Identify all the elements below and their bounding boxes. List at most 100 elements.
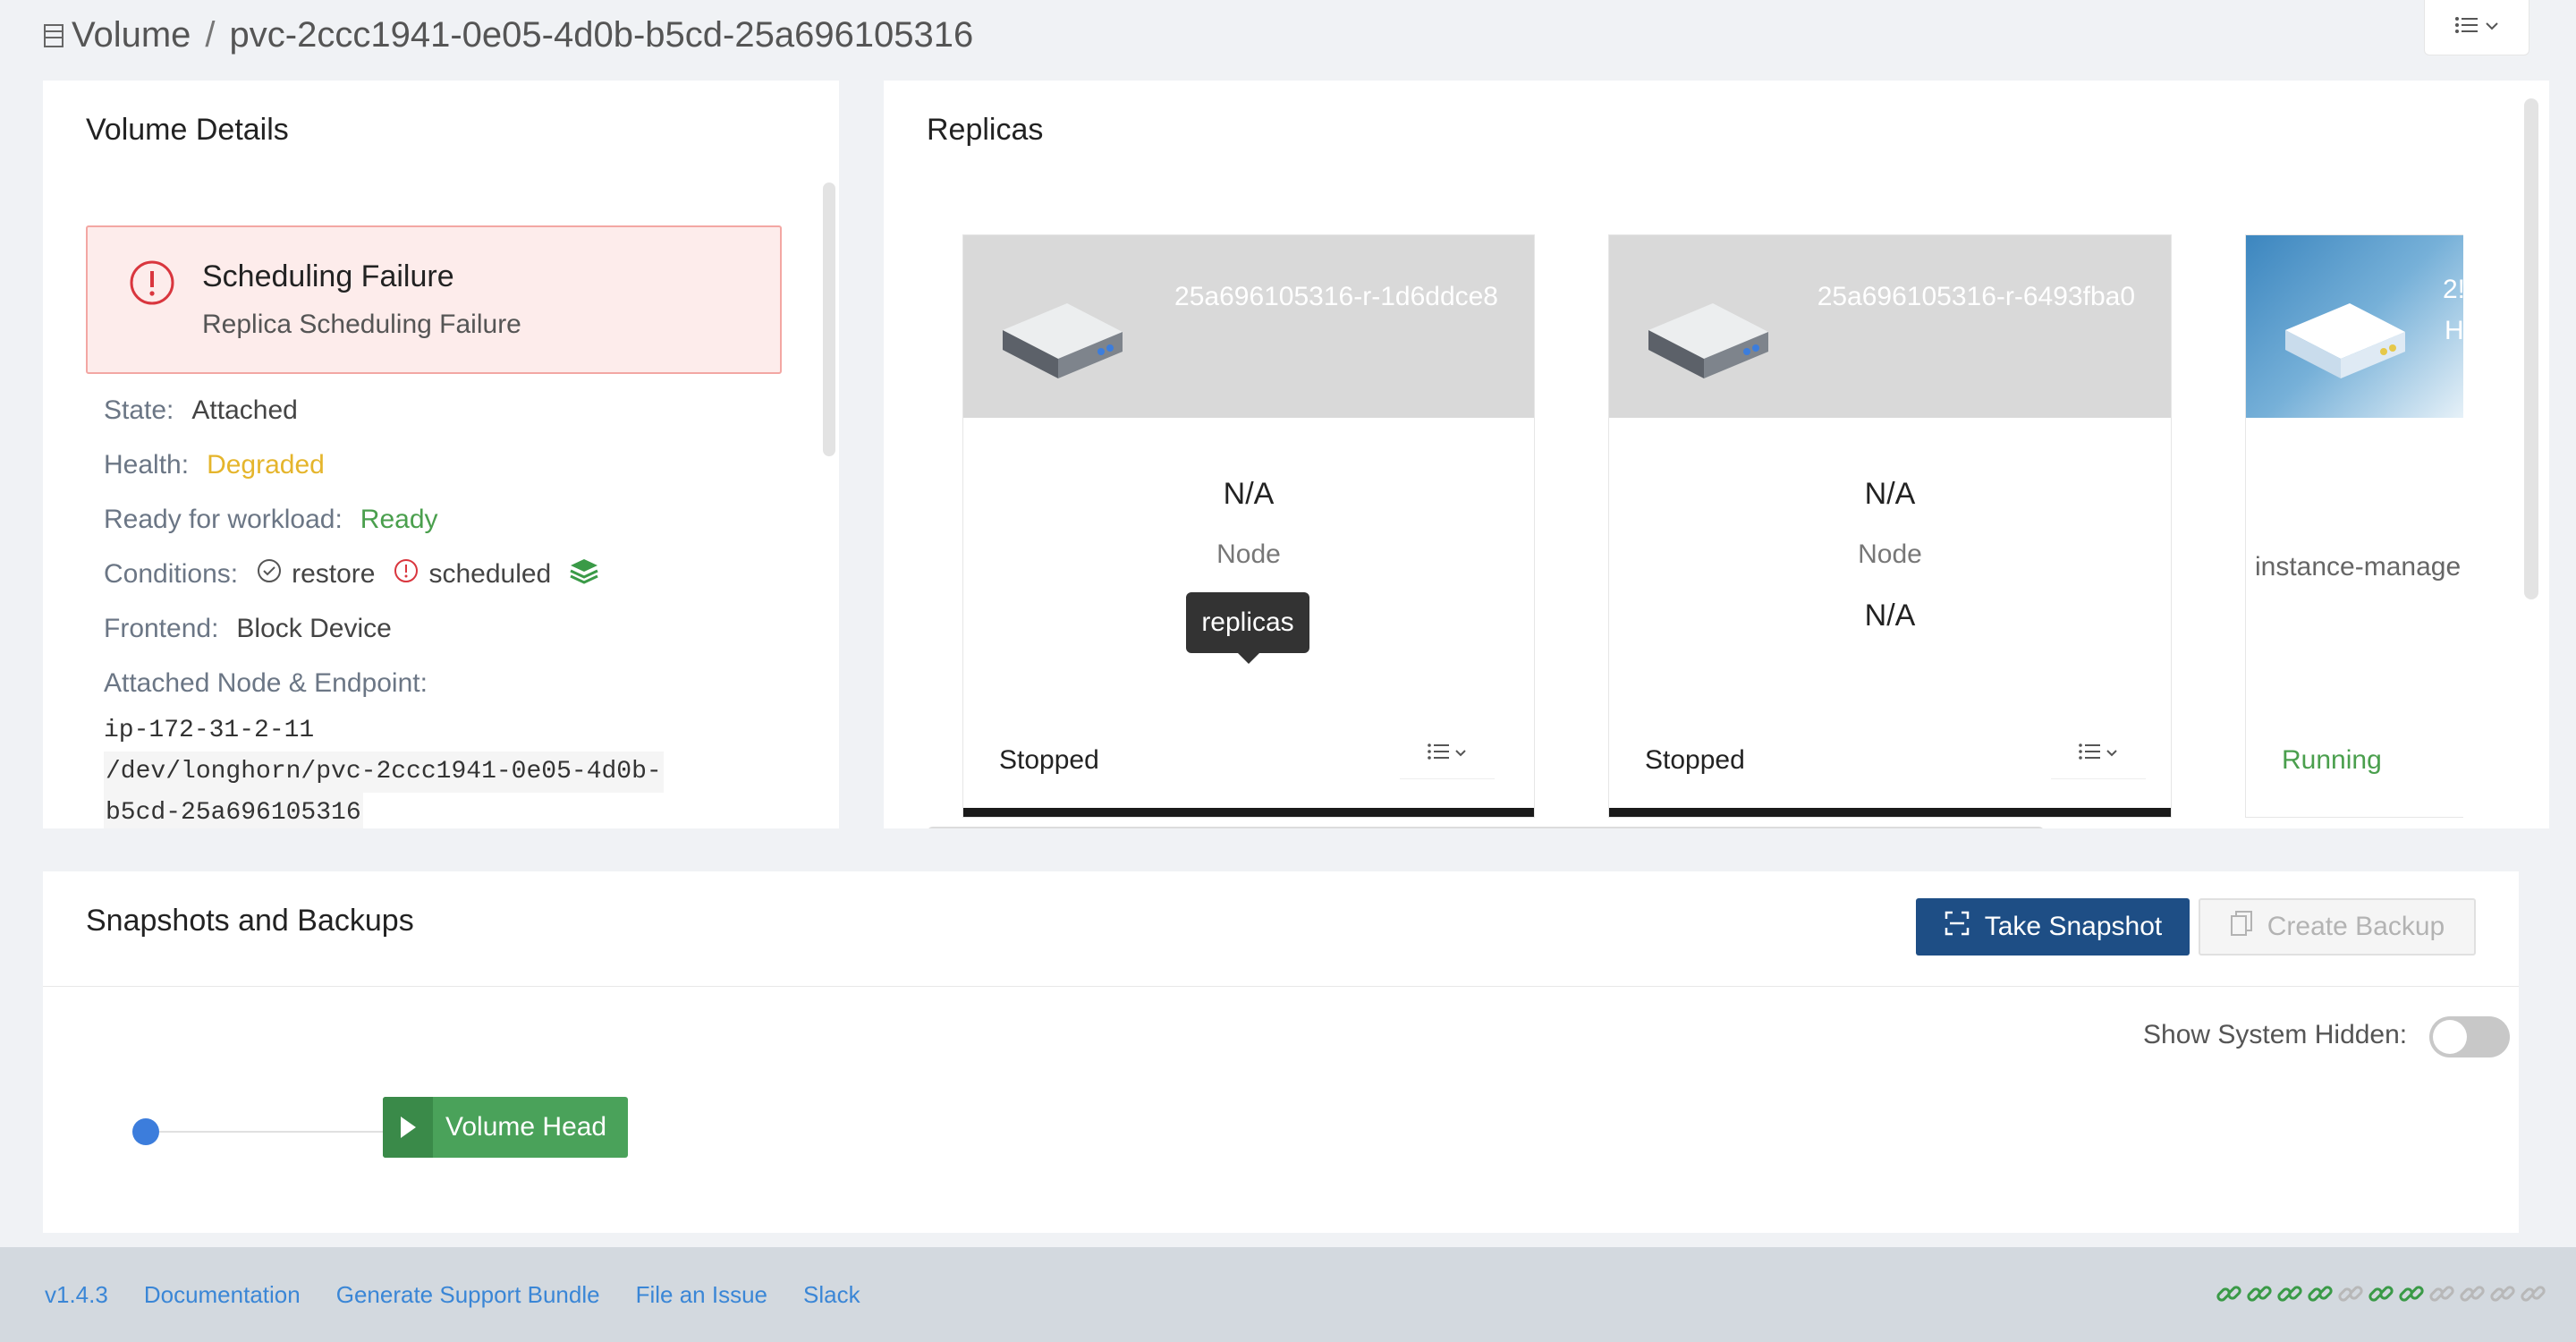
slack-link[interactable]: Slack — [803, 1281, 860, 1309]
breadcrumb: Volume / pvc-2ccc1941-0e05-4d0b-b5cd-25a… — [43, 13, 973, 57]
create-backup-label: Create Backup — [2267, 912, 2445, 941]
page-scrollbar[interactable] — [2524, 98, 2538, 599]
snapshot-icon — [1944, 910, 1970, 944]
file-issue-link[interactable]: File an Issue — [636, 1281, 767, 1309]
replica-instance-manager: instance-manage — [2255, 552, 2462, 582]
replica-status: Stopped — [999, 745, 1099, 775]
breadcrumb-root[interactable]: Volume — [72, 15, 191, 55]
replica-card[interactable]: 2! H instance-manage Running — [2245, 234, 2463, 818]
support-bundle-link[interactable]: Generate Support Bundle — [336, 1281, 600, 1309]
replica-health-partial: H — [2445, 316, 2463, 345]
ready-label: Ready for workload: — [104, 504, 343, 534]
replicas-tooltip: replicas — [1186, 592, 1309, 664]
replicas-title: Replicas — [927, 113, 1044, 147]
link-icon — [2488, 1279, 2517, 1308]
replica-menu-button[interactable] — [2051, 729, 2146, 779]
ready-row: Ready for workload: Ready — [104, 492, 803, 547]
toggle-knob — [2433, 1020, 2467, 1054]
health-value: Degraded — [207, 449, 325, 480]
link-icon — [2215, 1279, 2243, 1308]
replica-name-partial: 2! — [2443, 275, 2463, 304]
list-icon — [1428, 743, 1449, 765]
frontend-row: Frontend: Block Device — [104, 601, 803, 656]
snapshot-timeline-dot[interactable] — [132, 1118, 159, 1145]
version-link[interactable]: v1.4.3 — [45, 1281, 108, 1309]
volume-details-panel: Volume Details Scheduling Failure Replic… — [43, 81, 839, 828]
link-icon — [2519, 1279, 2547, 1308]
link-icon — [2367, 1279, 2395, 1308]
replica-node-label: Node — [1216, 539, 1281, 569]
replica-name: 25a696105316-r-6493fba0 — [1817, 282, 2135, 311]
endpoint-line-1: /dev/longhorn/pvc-2ccc1941-0e05-4d0b- — [104, 752, 664, 793]
condition-restore: restore — [256, 557, 375, 591]
attached-node: ip-172-31-2-11 — [104, 717, 315, 744]
chevron-down-icon — [2485, 20, 2499, 36]
snapshots-divider — [43, 986, 2519, 987]
condition-scheduled-label: scheduled — [428, 558, 552, 589]
replica-card[interactable]: 25a696105316-r-6493fba0 N/A Node N/A Sto… — [1608, 234, 2172, 818]
condition-restore-label: restore — [292, 558, 376, 589]
link-icon — [2306, 1279, 2334, 1308]
alert-description: Replica Scheduling Failure — [202, 310, 521, 339]
frontend-value: Block Device — [236, 613, 392, 643]
link-icon — [2458, 1279, 2487, 1308]
replica-status: Running — [2282, 745, 2382, 775]
replicas-horizontal-scrollbar[interactable] — [927, 827, 2045, 828]
link-icon — [2428, 1279, 2456, 1308]
error-circle-icon — [393, 557, 419, 591]
chevron-down-icon — [1454, 746, 1467, 762]
replica-top-value: N/A — [1864, 477, 1916, 511]
link-icon — [2245, 1279, 2274, 1308]
ready-value: Ready — [360, 504, 438, 534]
layers-icon[interactable] — [569, 556, 599, 592]
replica-menu-button[interactable] — [1400, 729, 1495, 779]
replica-card-header: 25a696105316-r-1d6ddce8 — [963, 235, 1534, 418]
footer: v1.4.3 Documentation Generate Support Bu… — [0, 1247, 2576, 1342]
replica-status: Stopped — [1645, 745, 1745, 775]
page-menu-button[interactable] — [2424, 0, 2529, 55]
copy-icon — [2230, 910, 2253, 944]
state-value: Attached — [191, 395, 298, 425]
replica-name: 25a696105316-r-1d6ddce8 — [1174, 282, 1498, 311]
check-circle-icon — [256, 557, 283, 591]
disk-icon — [2278, 285, 2412, 388]
volume-icon — [43, 21, 66, 48]
conditions-row: Conditions: restore scheduled — [104, 547, 803, 601]
endpoint-line-2: b5cd-25a696105316 — [104, 793, 363, 828]
scheduling-failure-alert: Scheduling Failure Replica Scheduling Fa… — [86, 225, 782, 374]
breadcrumb-current: pvc-2ccc1941-0e05-4d0b-b5cd-25a696105316 — [229, 14, 974, 55]
attached-label: Attached Node & Endpoint: — [104, 667, 428, 698]
error-icon — [129, 259, 175, 306]
replica-card-bar — [1609, 808, 2171, 817]
documentation-link[interactable]: Documentation — [144, 1281, 301, 1309]
volume-detail-rows: State: Attached Health: Degraded Ready f… — [104, 383, 803, 828]
connection-status-icons — [2215, 1279, 2547, 1308]
volume-head-node[interactable]: Volume Head — [383, 1097, 628, 1158]
list-icon — [2079, 743, 2100, 765]
create-backup-button[interactable]: Create Backup — [2199, 898, 2476, 956]
play-icon — [383, 1097, 433, 1158]
snapshots-panel: Snapshots and Backups Take Snapshot Crea… — [43, 871, 2519, 1233]
replica-node-label: Node — [1858, 539, 1922, 569]
volume-details-title: Volume Details — [86, 113, 289, 147]
link-icon — [2397, 1279, 2426, 1308]
replicas-panel: Replicas 25a696105316-r-1d6ddce8 N/A Nod… — [884, 81, 2519, 828]
replica-top-value: N/A — [1223, 477, 1275, 511]
volume-head-label: Volume Head — [445, 1112, 607, 1142]
show-system-hidden-toggle[interactable] — [2429, 1016, 2510, 1057]
replica-card-header: 25a696105316-r-6493fba0 — [1609, 235, 2171, 418]
health-label: Health: — [104, 449, 190, 480]
frontend-label: Frontend: — [104, 613, 219, 643]
take-snapshot-button[interactable]: Take Snapshot — [1916, 898, 2190, 956]
replica-card-bar — [963, 808, 1534, 817]
link-icon — [2275, 1279, 2304, 1308]
replica-card[interactable]: 25a696105316-r-1d6ddce8 N/A Node N/A Sto… — [962, 234, 1535, 818]
health-row: Health: Degraded — [104, 437, 803, 492]
snapshots-title: Snapshots and Backups — [86, 904, 414, 938]
alert-title: Scheduling Failure — [202, 259, 454, 293]
state-row: State: Attached — [104, 383, 803, 437]
show-system-hidden-label: Show System Hidden: — [2143, 1020, 2408, 1049]
attached-row: Attached Node & Endpoint: — [104, 656, 803, 710]
list-icon — [2454, 15, 2478, 39]
details-scrollbar[interactable] — [823, 183, 835, 456]
